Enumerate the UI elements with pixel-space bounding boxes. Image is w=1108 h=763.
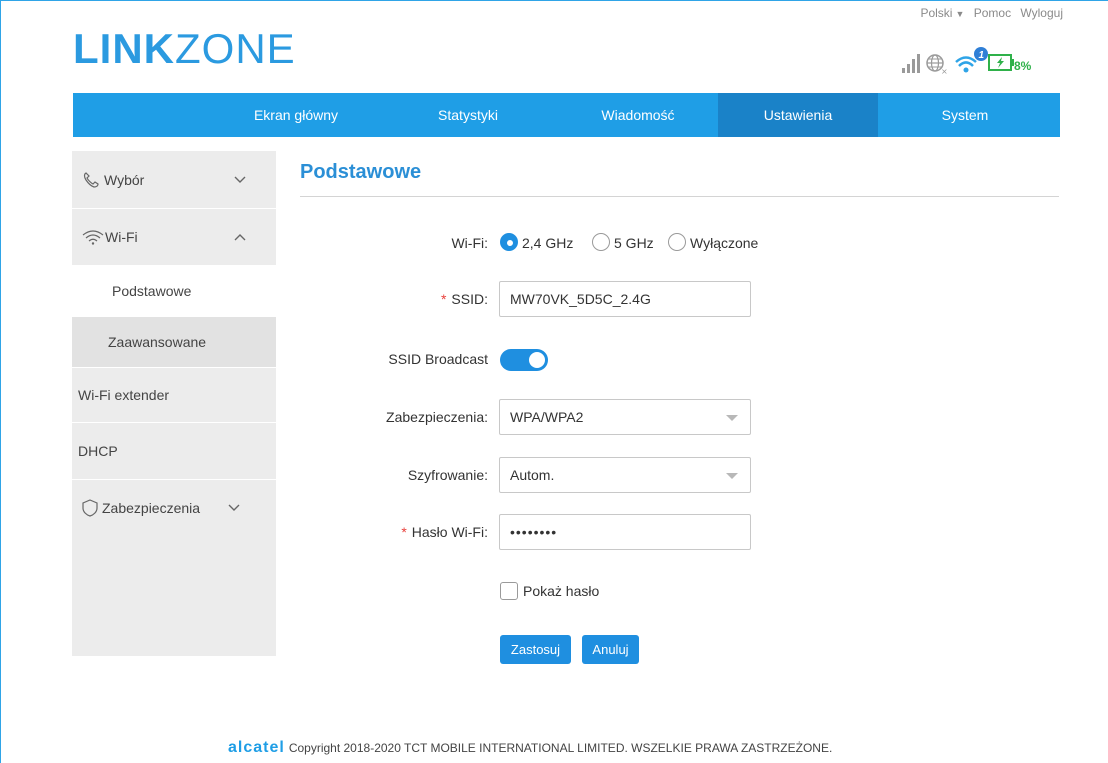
linkzone-logo: LINKZONE	[73, 28, 296, 70]
wifi-band-label: Wi-Fi:	[451, 235, 488, 251]
frame-top-border	[0, 0, 1108, 1]
alcatel-logo: alcatel	[228, 739, 285, 756]
sidebar-item-zaawansowane[interactable]: Zaawansowane	[72, 317, 276, 367]
sidebar-item-label: Wi-Fi	[105, 229, 138, 245]
language-label: Polski	[920, 6, 953, 20]
password-label: * Hasło Wi-Fi:	[401, 524, 488, 540]
required-mark: *	[401, 524, 407, 540]
sidebar-item-wybor[interactable]: Wybór	[72, 151, 276, 208]
logout-link[interactable]: Wyloguj	[1020, 6, 1063, 20]
tab-statistics[interactable]: Statystyki	[403, 93, 533, 137]
sms-count: 1	[979, 50, 985, 61]
top-links: Polski ▼ Pomoc Wyloguj	[908, 6, 1063, 20]
ssid-label-text: SSID:	[451, 291, 488, 307]
security-select[interactable]: WPA/WPA2	[499, 399, 751, 435]
sidebar-item-wybor-content: Wybór	[82, 171, 144, 189]
status-icons: × 1 8%	[902, 47, 1032, 76]
frame-left-border	[0, 0, 1, 763]
tab-settings[interactable]: Ustawienia	[718, 93, 878, 137]
chevron-down-icon: ▼	[955, 9, 965, 19]
svg-text:×: ×	[941, 67, 948, 76]
checkbox-icon	[500, 582, 518, 600]
encryption-label: Szyfrowanie:	[407, 467, 488, 483]
chevron-down-icon	[228, 504, 240, 511]
ssid-broadcast-toggle[interactable]	[500, 349, 548, 371]
sidebar-item-label: Zaawansowane	[108, 334, 207, 350]
wifi-icon	[82, 230, 104, 245]
main-nav: Ekran główny Statystyki Wiadomość Ustawi…	[73, 93, 1060, 137]
footer: alcatel Copyright 2018-2020 TCT MOBILE IN…	[228, 739, 832, 757]
logo-light-text: ZONE	[175, 25, 296, 72]
apply-button[interactable]: Zastosuj	[500, 635, 571, 664]
chevron-down-icon	[234, 176, 246, 183]
radio-checked-icon	[500, 233, 518, 251]
phone-icon	[83, 171, 99, 188]
encryption-select-value: Autom.	[510, 467, 555, 483]
tab-home[interactable]: Ekran główny	[231, 93, 361, 137]
sidebar-item-dhcp[interactable]: DHCP	[72, 423, 276, 479]
sms-badge[interactable]: 1	[974, 47, 988, 61]
battery-percent: 8%	[1014, 59, 1032, 73]
title-divider	[300, 196, 1059, 197]
ssid-label: * SSID:	[441, 291, 488, 307]
sidebar-item-label: Zabezpieczenia	[102, 500, 201, 516]
ssid-broadcast-label: SSID Broadcast	[388, 351, 488, 367]
status-bar: × 1 8%	[902, 46, 1062, 76]
toggle-knob	[529, 352, 545, 368]
chevron-up-icon	[234, 234, 246, 241]
radio-label: Wyłączone	[690, 235, 759, 251]
tab-messages[interactable]: Wiadomość	[568, 93, 708, 137]
show-password-label: Pokaż hasło	[523, 583, 600, 599]
password-label-text: Hasło Wi-Fi:	[411, 524, 488, 540]
password-input[interactable]: ••••••••	[499, 514, 751, 550]
sidebar-item-zabezpieczenia-content: Zabezpieczenia	[82, 499, 200, 517]
sidebar-item-wifi-extender[interactable]: Wi-Fi extender	[72, 368, 276, 422]
globe-icon: ×	[926, 54, 948, 76]
sidebar-item-label: Wi-Fi extender	[78, 387, 170, 403]
tab-system[interactable]: System	[900, 93, 1030, 137]
radio-label: 2,4 GHz	[522, 235, 574, 251]
radio-unchecked-icon	[592, 233, 610, 251]
sidebar-item-label: Wybór	[104, 171, 145, 188]
security-select-value: WPA/WPA2	[510, 409, 584, 425]
security-label: Zabezpieczenia:	[386, 409, 488, 425]
signal-icon	[902, 54, 920, 73]
radio-label: 5 GHz	[614, 235, 654, 251]
sidebar-item-label: Podstawowe	[112, 283, 192, 299]
logo-bold-text: LINK	[73, 25, 175, 72]
required-mark: *	[440, 291, 447, 307]
copyright-text: Copyright 2018-2020 TCT MOBILE INTERNATI…	[288, 741, 833, 755]
sidebar-item-label: DHCP	[78, 443, 118, 459]
ssid-input[interactable]: MW70VK_5D5C_2.4G	[499, 281, 751, 317]
dropdown-arrow-icon	[726, 473, 738, 479]
page-title: Podstawowe	[300, 161, 422, 183]
sidebar: Wybór Wi-Fi Podstawowe Zaawansowane Wi-F…	[72, 151, 276, 656]
shield-icon	[82, 499, 98, 517]
sidebar-item-wifi-content: Wi-Fi	[82, 229, 138, 245]
encryption-select[interactable]: Autom.	[499, 457, 751, 493]
wifi-icon	[955, 56, 977, 73]
radio-unchecked-icon	[668, 233, 686, 251]
sidebar-item-wifi[interactable]: Wi-Fi	[72, 209, 276, 265]
language-select[interactable]: Polski ▼	[914, 6, 964, 20]
battery-icon	[988, 54, 1014, 71]
sidebar-item-zabezpieczenia[interactable]: Zabezpieczenia	[72, 480, 276, 536]
dropdown-arrow-icon	[726, 415, 738, 421]
cancel-button[interactable]: Anuluj	[582, 635, 639, 664]
help-link[interactable]: Pomoc	[974, 6, 1011, 20]
sidebar-item-podstawowe[interactable]: Podstawowe	[72, 265, 276, 317]
